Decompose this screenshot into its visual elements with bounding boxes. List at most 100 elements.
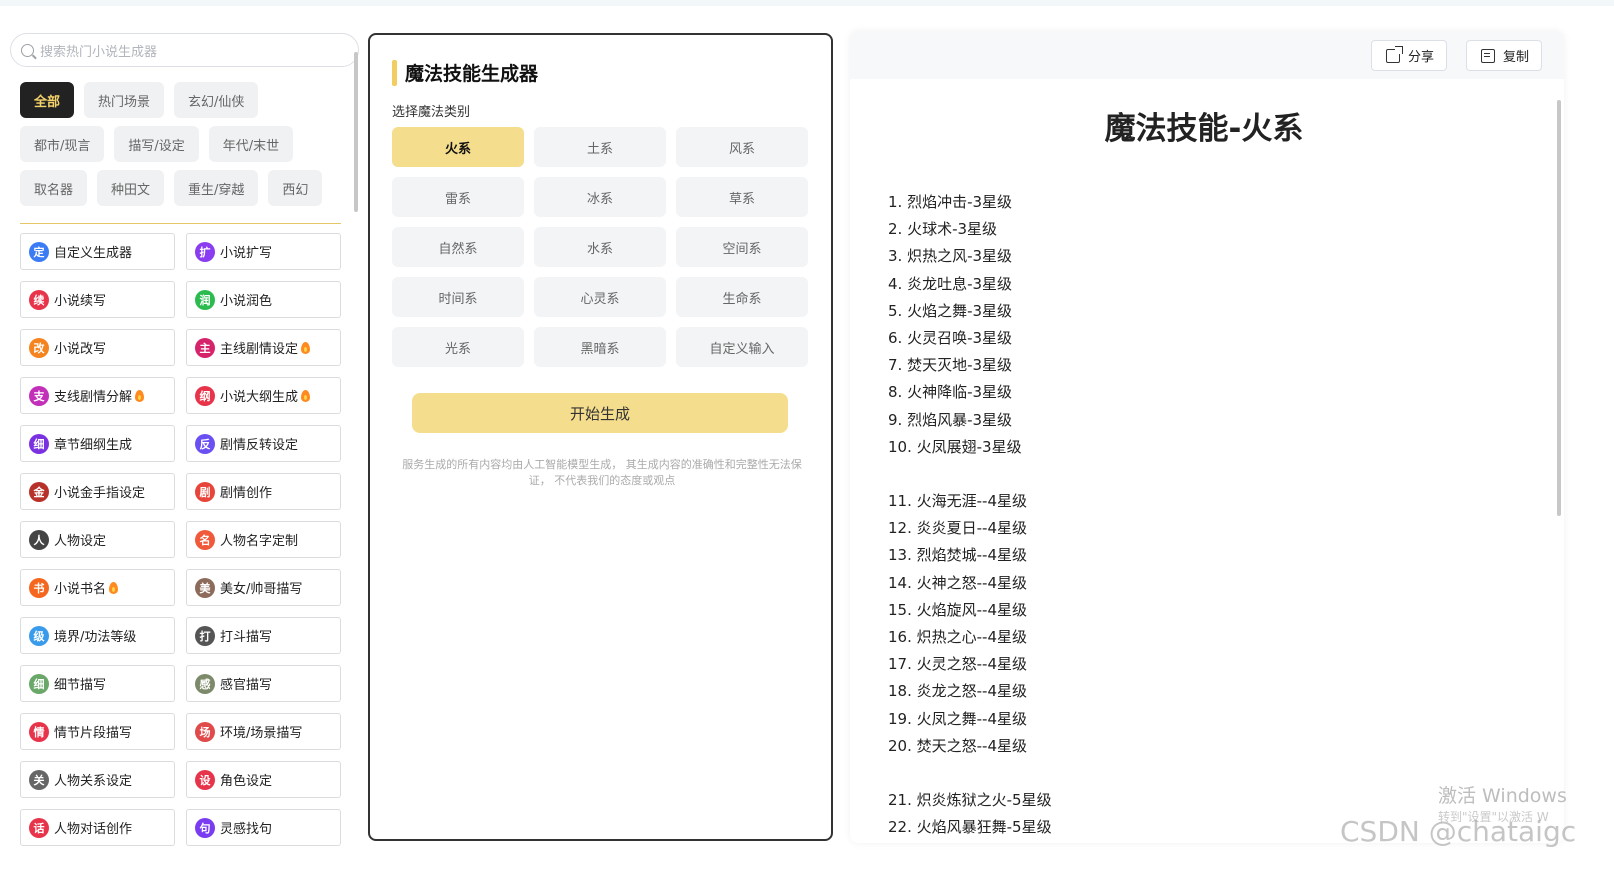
output-line: 9. 烈焰风暴-3星级 xyxy=(888,410,1013,429)
tool-item[interactable]: 关人物关系设定 xyxy=(20,761,175,798)
tool-icon: 书 xyxy=(29,577,49,598)
tool-label: 感官描写 xyxy=(220,678,273,693)
tool-icon: 级 xyxy=(29,625,49,646)
magic-type-option[interactable]: 雷系 xyxy=(392,177,524,217)
tool-item[interactable]: 细细节描写 xyxy=(20,665,175,702)
category-tab[interactable]: 玄幻/仙侠 xyxy=(174,82,259,118)
tool-item[interactable]: 金小说金手指设定 xyxy=(20,473,175,510)
share-label: 分享 xyxy=(1408,50,1435,65)
category-tab[interactable]: 年代/末世 xyxy=(208,126,294,162)
magic-type-option[interactable]: 时间系 xyxy=(392,277,524,317)
tool-icon: 名 xyxy=(195,529,215,550)
output-line xyxy=(888,760,1448,787)
magic-type-option[interactable]: 自然系 xyxy=(392,227,524,267)
output-line: 14. 火神之怒--4星级 xyxy=(888,573,1027,592)
fire-hot-icon xyxy=(301,389,311,402)
tool-icon: 人 xyxy=(29,529,49,550)
category-tab[interactable]: 描写/设定 xyxy=(114,126,199,162)
tool-item[interactable]: 润小说润色 xyxy=(186,281,341,318)
tool-item[interactable]: 定自定义生成器 xyxy=(20,233,175,270)
category-tab[interactable]: 取名器 xyxy=(20,170,88,206)
magic-type-option[interactable]: 水系 xyxy=(534,227,666,267)
tool-item[interactable]: 名人物名字定制 xyxy=(186,521,341,558)
magic-type-option[interactable]: 风系 xyxy=(676,127,808,167)
category-tab[interactable]: 全部 xyxy=(20,82,75,118)
magic-type-option[interactable]: 黑暗系 xyxy=(534,327,666,367)
tool-item[interactable]: 主主线剧情设定 xyxy=(186,329,341,366)
tool-item[interactable]: 级境界/功法等级 xyxy=(20,617,175,654)
magic-type-option[interactable]: 自定义输入 xyxy=(676,327,808,367)
search-placeholder: 搜索热门小说生成器 xyxy=(40,44,158,60)
fire-hot-icon xyxy=(109,581,119,594)
copy-button[interactable]: 复制 xyxy=(1466,40,1543,71)
output-line: 1. 烈焰冲击-3星级 xyxy=(888,193,1013,211)
tool-icon: 金 xyxy=(29,481,49,502)
tool-label: 打斗描写 xyxy=(220,630,273,645)
tool-item[interactable]: 支支线剧情分解 xyxy=(20,377,175,414)
tool-item[interactable]: 改小说改写 xyxy=(20,329,175,366)
tool-item[interactable]: 剧剧情创作 xyxy=(186,473,341,510)
tool-label: 人物名字定制 xyxy=(220,534,299,549)
magic-type-option[interactable]: 光系 xyxy=(392,327,524,367)
magic-type-option[interactable]: 土系 xyxy=(534,127,666,167)
output-line: 2. 火球术-3星级 xyxy=(888,220,998,239)
sidebar-scrollbar[interactable] xyxy=(354,52,358,212)
output-line: 19. 火凤之舞--4星级 xyxy=(888,709,1027,728)
title-accent-bar xyxy=(392,59,397,86)
start-generate-button[interactable]: 开始生成 xyxy=(412,393,788,433)
tool-icon: 剧 xyxy=(195,481,215,502)
category-tab[interactable]: 种田文 xyxy=(97,170,165,206)
magic-type-option[interactable]: 生命系 xyxy=(676,277,808,317)
tool-item[interactable]: 细章节细纲生成 xyxy=(20,425,175,462)
tool-icon: 细 xyxy=(29,433,49,454)
search-input[interactable]: 搜索热门小说生成器 xyxy=(10,33,359,67)
magic-type-option[interactable]: 草系 xyxy=(676,177,808,217)
magic-type-option[interactable]: 冰系 xyxy=(534,177,666,217)
output-scrollbar[interactable] xyxy=(1557,100,1561,516)
generator-panel: 魔法技能生成器 选择魔法类别 火系 土系 风系雷系 冰系 草系自然系 水系 空间系时间系 心灵… xyxy=(368,33,833,841)
tool-item[interactable]: 感感官描写 xyxy=(186,665,341,702)
category-tabs: 全部 热门场景 玄幻/仙侠都市/现言 描写/设定 年代/末世取名器 种田文 重生/穿越 西幻 xyxy=(20,82,340,206)
magic-type-option[interactable]: 火系 xyxy=(392,127,524,167)
tool-label: 小说金手指设定 xyxy=(54,486,146,501)
output-line: 12. 炎炎夏日--4星级 xyxy=(888,519,1027,538)
category-tab[interactable]: 重生/穿越 xyxy=(174,170,259,206)
tool-label: 自定义生成器 xyxy=(54,246,133,261)
tool-item[interactable]: 美美女/帅哥描写 xyxy=(186,569,341,606)
tool-item[interactable]: 书小说书名 xyxy=(20,569,175,606)
output-line: 6. 火灵召唤-3星级 xyxy=(888,328,1013,347)
category-label: 选择魔法类别 xyxy=(392,105,471,120)
tool-label: 小说书名 xyxy=(54,582,107,597)
output-line: 13. 烈焰焚城--4星级 xyxy=(888,546,1027,565)
tool-item[interactable]: 打打斗描写 xyxy=(186,617,341,654)
output-line: 7. 焚天灭地-3星级 xyxy=(888,356,1013,375)
category-tab[interactable]: 热门场景 xyxy=(84,82,165,118)
magic-type-option[interactable]: 空间系 xyxy=(676,227,808,267)
category-tab[interactable]: 西幻 xyxy=(268,170,323,206)
disclaimer-text: 服务生成的所有内容均由人工智能模型生成， 其生成内容的准确性和完整性无法保证， … xyxy=(402,458,802,487)
tool-icon: 支 xyxy=(29,385,49,406)
tool-label: 小说大纲生成 xyxy=(220,390,299,405)
tool-item[interactable]: 设角色设定 xyxy=(186,761,341,798)
share-button[interactable]: 分享 xyxy=(1371,40,1448,71)
output-line: 11. 火海无涯--4星级 xyxy=(888,492,1027,511)
tool-item[interactable]: 纲小说大纲生成 xyxy=(186,377,341,414)
output-line: 17. 火灵之怒--4星级 xyxy=(888,655,1027,674)
page-title: 魔法技能生成器 xyxy=(405,63,539,85)
tool-item[interactable]: 人人物设定 xyxy=(20,521,175,558)
tool-item[interactable]: 续小说续写 xyxy=(20,281,175,318)
magic-type-option[interactable]: 心灵系 xyxy=(534,277,666,317)
output-list: 1. 烈焰冲击-3星级 2. 火球术-3星级 3. 炽热之风-3星级 4. 炎龙吐息-… xyxy=(888,189,1448,842)
tool-item[interactable]: 场环境/场景描写 xyxy=(186,713,341,750)
tool-item[interactable]: 情情节片段描写 xyxy=(20,713,175,750)
tool-item[interactable]: 反剧情反转设定 xyxy=(186,425,341,462)
output-title: 魔法技能-火系 xyxy=(1104,111,1304,147)
tool-item[interactable]: 话人物对话创作 xyxy=(20,809,175,846)
output-line: 15. 火焰旋风--4星级 xyxy=(888,600,1027,619)
tool-item[interactable]: 扩小说扩写 xyxy=(186,233,341,270)
category-tab[interactable]: 都市/现言 xyxy=(20,126,105,162)
tool-icon: 关 xyxy=(29,769,49,790)
tool-icon: 情 xyxy=(29,721,49,742)
tool-item[interactable]: 句灵感找句 xyxy=(186,809,341,846)
tool-icon: 定 xyxy=(29,241,49,262)
